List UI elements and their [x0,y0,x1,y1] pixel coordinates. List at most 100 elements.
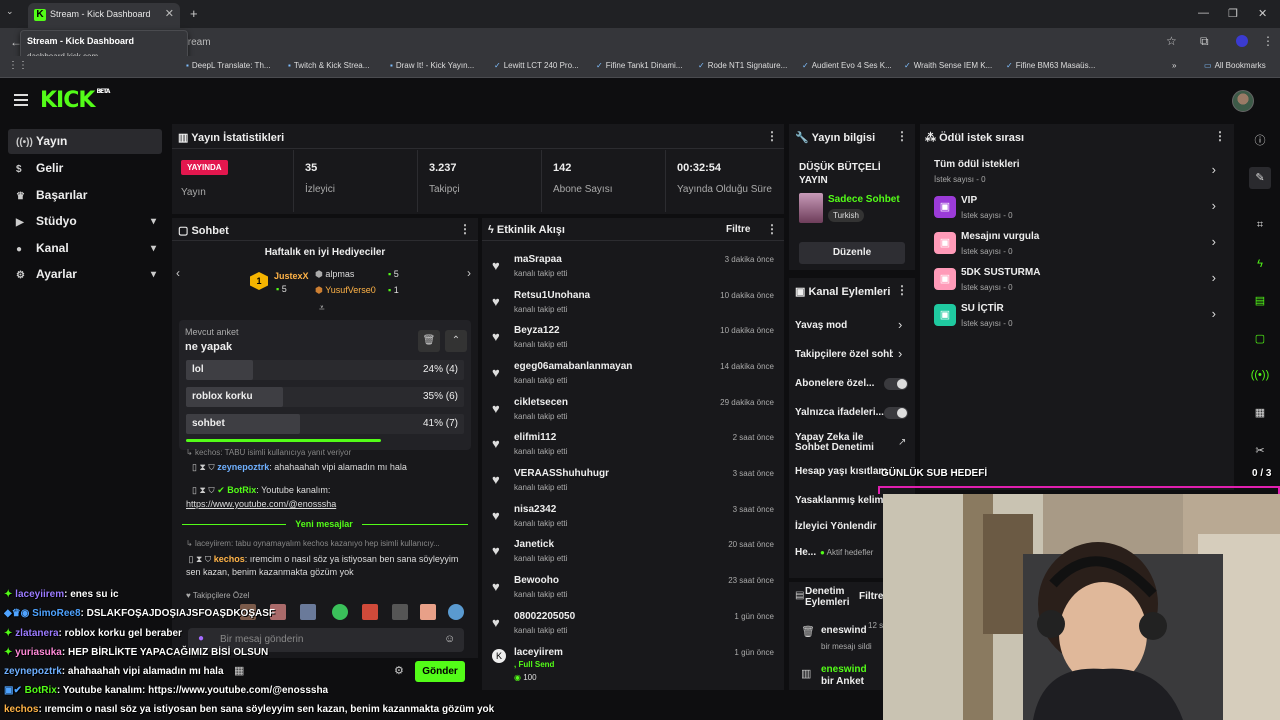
stats-more-icon[interactable]: ⋮ [766,129,778,143]
sidebar-item-studyo[interactable]: ▶ Stüdyo ▾ [8,209,162,234]
reward-row[interactable]: ▣ Mesajını vurgula İstek sayısı - 0 › [930,228,1224,264]
activity-item[interactable]: ♥ elifmi112 kanalı takip etti 2 saat önce [486,428,780,462]
channel-actions-more-icon[interactable]: ⋮ [896,283,908,297]
reward-row[interactable]: ▣ VIP İstek sayısı - 0 › [930,192,1224,228]
emote-icon[interactable] [392,604,408,620]
bookmark[interactable]: ✓ Fifine Tank1 Dinami... [596,61,682,70]
all-bookmarks[interactable]: ▭ All Bookmarks [1204,61,1266,70]
new-tab-icon[interactable]: + [190,6,198,21]
subscribers-only-row[interactable]: Abonelere özel... [795,378,874,389]
chat-username[interactable]: BotRix [227,485,256,495]
bookmark[interactable]: ▪ Draw It! - Kick Yayın... [390,61,474,70]
bookmark[interactable]: ✓ Lewitt LCT 240 Pro... [494,61,579,70]
activity-more-icon[interactable]: ⋮ [766,222,778,236]
trash-icon[interactable]: 🗑 [418,330,440,352]
activity-item[interactable]: ♥ Janetick kanalı takip etti 20 saat önce [486,535,780,569]
chat-message[interactable]: ▯ ⧗ ⛉ zeynepoztrk: ahahaahah vipi alamad… [192,462,407,473]
bookmark[interactable]: ✓ Fifine BM63 Masaüs... [1006,61,1095,70]
activity-item[interactable]: ♥ nisa2342 kanalı takip etti 3 saat önce [486,500,780,534]
apps-icon[interactable]: ⋮⋮ [8,60,28,71]
crop-icon[interactable]: ⌗ [1249,214,1271,236]
chat-more-icon[interactable]: ⋮ [459,222,471,236]
close-window-icon[interactable]: ✕ [1258,7,1267,20]
layout-icon[interactable]: ▦ [1249,402,1271,424]
sidebar-item-kanal[interactable]: ● Kanal ▾ [8,236,162,261]
chat-message[interactable]: ▯ ⧗ ⛉ kechos: ıremcim o nasıl söz ya ist… [186,553,466,579]
chevron-right-icon[interactable]: › [467,266,471,280]
more-bookmarks-icon[interactable]: » [1172,61,1176,70]
emotes-only-row[interactable]: Yalnızca ifadeleri... [795,407,884,418]
emote-icon[interactable] [420,604,436,620]
extensions-icon[interactable]: ⧉ [1200,34,1209,49]
chat-username[interactable]: zeynepoztrk [217,462,269,472]
slow-mode-row[interactable]: Yavaş mod [795,320,847,331]
banned-words-row[interactable]: Yasaklanmış kelime [795,495,883,506]
hamburger-menu-icon[interactable] [14,94,28,109]
edit-button[interactable]: Düzenle [799,242,905,264]
sidebar-item-ayarlar[interactable]: ⚙ Ayarlar ▾ [8,262,162,287]
emote-icon[interactable] [362,604,378,620]
bookmark[interactable]: ▪ DeepL Translate: Th... [186,61,271,70]
maximize-icon[interactable]: ❐ [1228,7,1238,20]
ai-moderation-row[interactable]: Yapay Zeka ile Sohbet Denetimi [795,433,874,453]
emote-icon[interactable] [448,604,464,620]
profile-icon[interactable] [1236,35,1248,47]
emotes-only-toggle[interactable] [884,407,908,419]
chat-username[interactable]: kechos [214,554,245,564]
chevron-up-icon[interactable]: ⌃ [445,330,467,352]
activity-item[interactable]: ♥ Beyza122 kanalı takip etti 10 dakika önce [486,321,780,355]
chevron-right-icon[interactable]: › [898,346,902,361]
poll-option[interactable]: roblox korku 35% (6) [186,387,464,407]
document-icon[interactable]: ▤ [1249,290,1271,312]
activity-item[interactable]: ♥ cikletsecen kanalı takip etti 29 dakika ö… [486,393,780,427]
goals-row[interactable]: He... [795,547,816,558]
raid-row[interactable]: İzleyici Yönlendir [795,521,877,532]
poll-option[interactable]: sohbet 41% (7) [186,414,464,434]
user-avatar[interactable] [1232,90,1254,112]
activity-item[interactable]: ♥ Retsu1Unohana kanalı takip etti 10 dakika… [486,286,780,320]
tools-icon[interactable]: ✂ [1249,440,1271,462]
activity-item[interactable]: K laceyiirem , Full Send ◉ 100 1 gün önc… [486,643,780,687]
reward-row[interactable]: Tüm ödül istekleri İstek sayısı - 0 › [930,156,1224,192]
send-button[interactable]: Gönder [415,661,465,682]
menu-icon[interactable]: ⋮ [1262,34,1274,48]
kick-logo[interactable]: KICK BETA [40,88,110,113]
chevron-right-icon[interactable]: › [898,317,902,332]
bookmark[interactable]: ▪ Twitch & Kick Strea... [288,61,369,70]
chat-icon[interactable]: ▢ [1249,328,1271,350]
bookmark[interactable]: ✓ Audient Evo 4 Ses K... [802,61,892,70]
activity-item[interactable]: ♥ VERAASShuhuhugr kanalı takip etti 3 saat … [486,464,780,498]
chat-message[interactable]: ▯ ⧗ ⛉ ✔ BotRix: Youtube kanalım: [192,485,330,496]
url-field[interactable]: stream [180,33,1180,53]
category-name[interactable]: Sadece Sohbet [828,194,900,205]
sidebar-item-basarilar[interactable]: ♛ Başarılar [8,183,162,208]
sidebar-item-gelir[interactable]: $ Gelir [8,156,162,181]
emote-icon[interactable] [300,604,316,620]
broadcast-icon[interactable]: ((•)) [1249,364,1271,386]
activity-filter-button[interactable]: Filtre [726,224,750,235]
chevron-left-icon[interactable]: ‹ [176,266,180,280]
emote-icon[interactable] [332,604,348,620]
info-icon[interactable]: ⓘ [1249,130,1271,152]
activity-item[interactable]: ♥ Bewooho kanalı takip etti 23 saat önce [486,571,780,605]
poll-option[interactable]: lol 24% (4) [186,360,464,380]
pinned-icon[interactable]: ⩡ [319,303,325,314]
chat-link[interactable]: https://www.youtube.com/@enosssha [186,499,336,509]
gift-shop-icon[interactable]: ▦ [234,664,244,677]
sidebar-item-yayin[interactable]: ((•)) Yayın [8,129,162,154]
stream-info-more-icon[interactable]: ⋮ [896,129,908,143]
reward-row[interactable]: ▣ SU İÇTİR İstek sayısı - 0 › [930,300,1224,336]
activity-item[interactable]: ♥ egeg06amabanlanmayan kanalı takip etti 14… [486,357,780,391]
pencil-icon[interactable]: ✎ [1249,167,1271,189]
lightning-icon[interactable]: ϟ [1249,253,1271,275]
rewards-more-icon[interactable]: ⋮ [1214,129,1226,143]
external-link-icon[interactable]: ↗ [898,437,906,448]
star-icon[interactable]: ☆ [1166,34,1177,48]
minimize-icon[interactable]: — [1198,7,1209,19]
microphone-icon[interactable]: ● [198,633,204,644]
bookmark[interactable]: ✓ Rode NT1 Signature... [698,61,787,70]
bookmark[interactable]: ✓ Wraith Sense IEM K... [904,61,992,70]
tab-search-icon[interactable]: ⌄ [6,6,14,17]
browser-tab[interactable]: K Stream - Kick Dashboard ✕ [28,3,180,28]
account-age-row[interactable]: Hesap yaşı kısıtlama [795,466,887,477]
